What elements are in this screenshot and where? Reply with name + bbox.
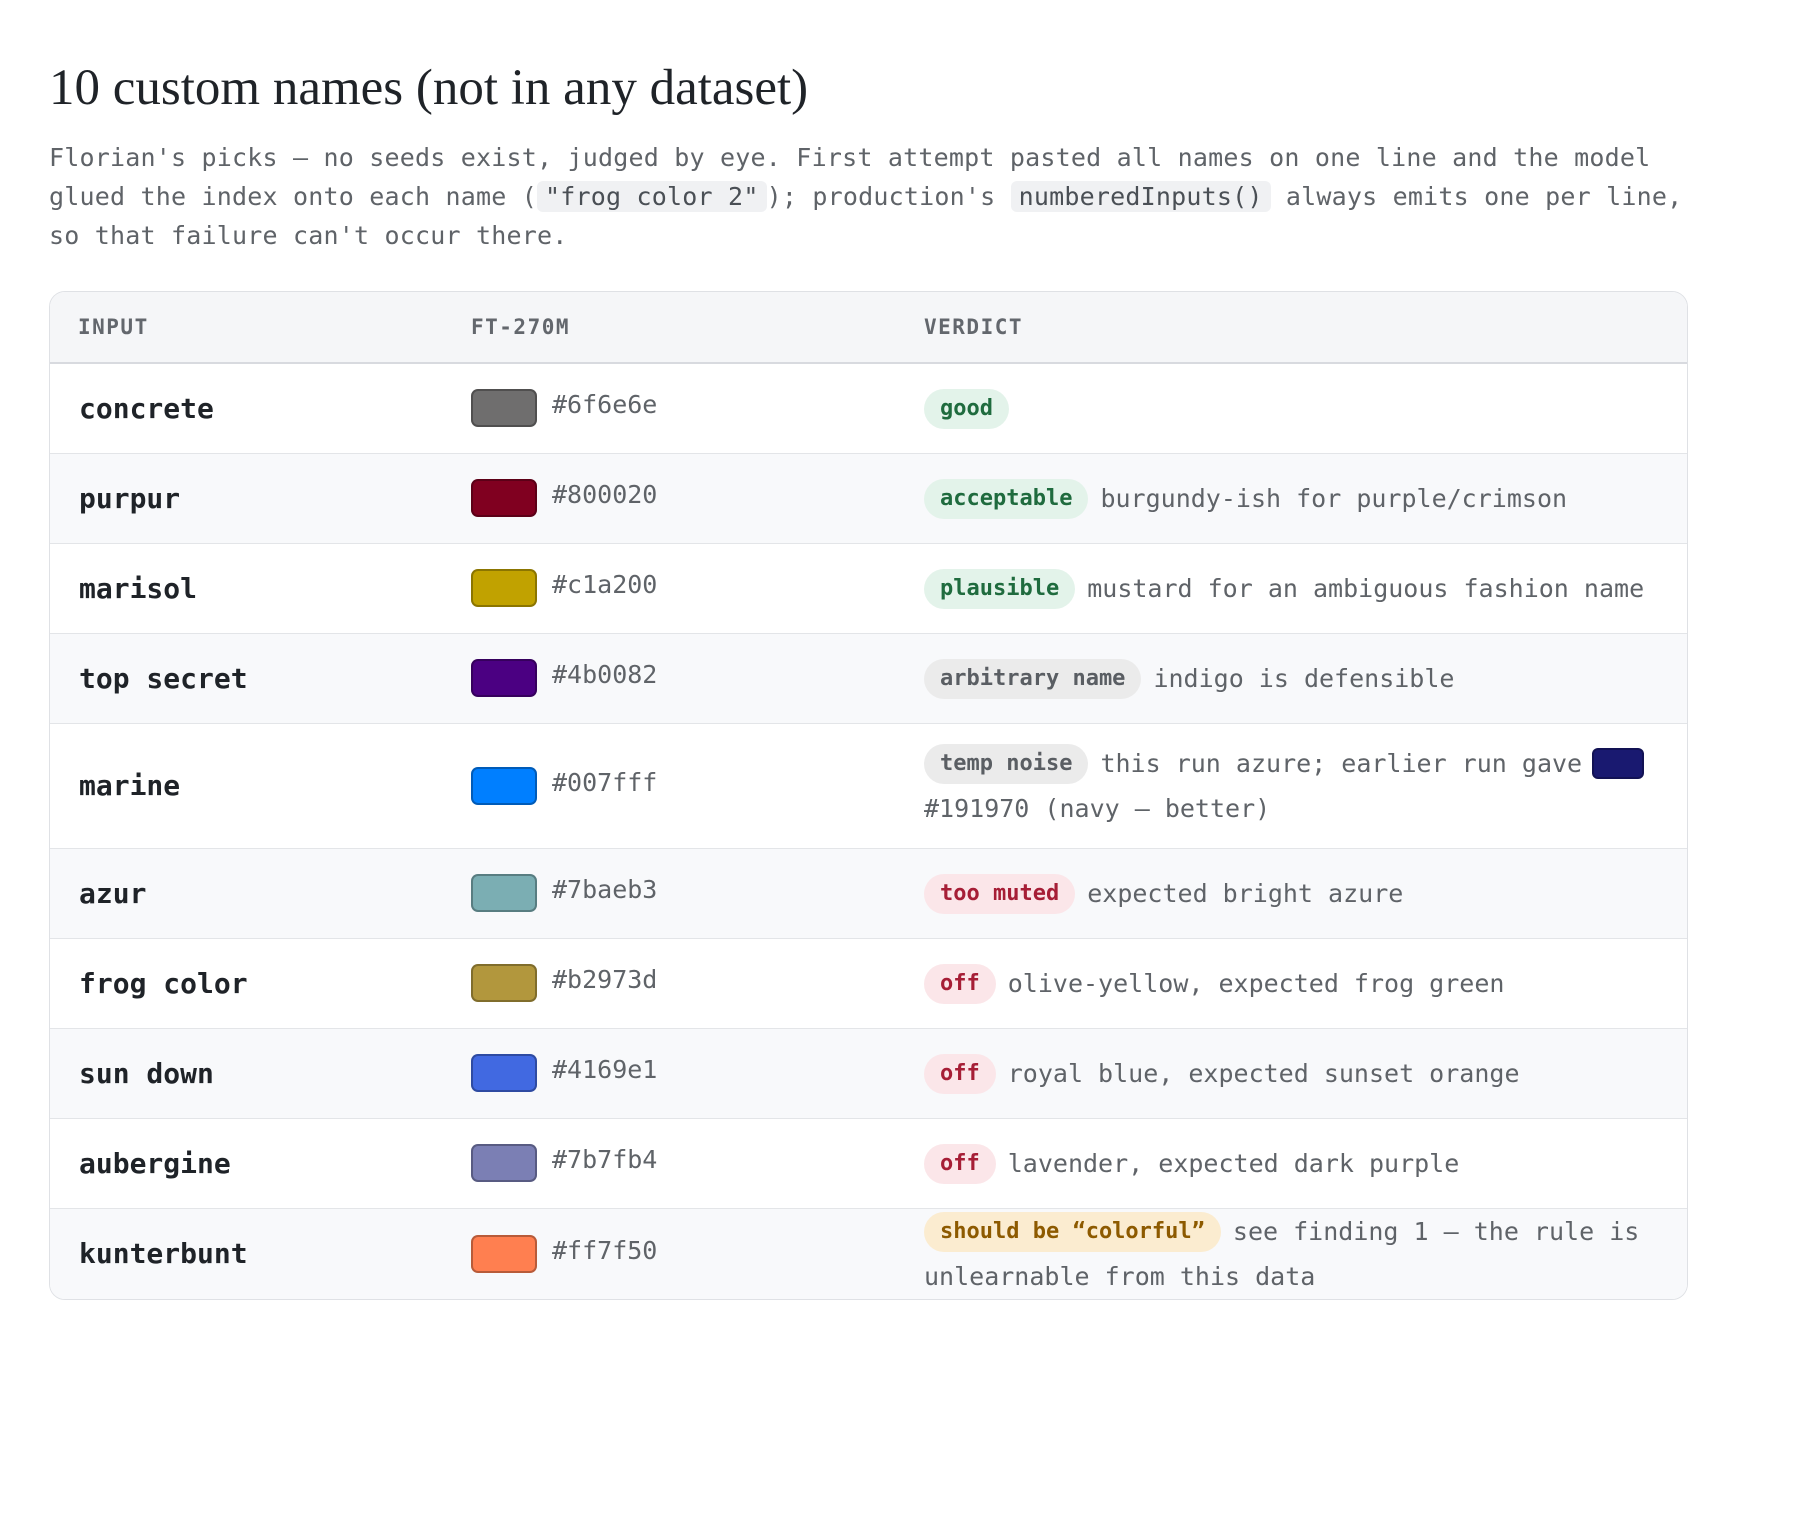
table-row: azur #7baeb3 too muted expected bright azur… xyxy=(50,847,1687,938)
color-swatch xyxy=(471,569,537,607)
column-header-model: FT-270M xyxy=(443,292,896,364)
table-row: frog color #b2973d off olive-yellow, expect… xyxy=(50,937,1687,1028)
table-row: concrete #6f6e6e good xyxy=(50,363,1687,453)
verdict-badge: temp noise xyxy=(924,743,1089,784)
verdict-badge: too muted xyxy=(924,873,1076,914)
verdict-cell: off olive-yellow, expected frog green xyxy=(896,937,1687,1028)
verdict-note: indigo is defensible xyxy=(1153,663,1455,693)
table-row: marine #007fff temp noise this run azure; e… xyxy=(50,722,1687,848)
model-output-cell: #800020 xyxy=(443,452,896,543)
results-table: INPUT FT-270M VERDICT concrete #6f6e6e goo… xyxy=(49,291,1688,1300)
color-swatch xyxy=(471,874,537,912)
model-output-cell: #4169e1 xyxy=(443,1027,896,1118)
verdict-note: this run azure; earlier run gave xyxy=(1100,748,1583,778)
verdict-badge: plausible xyxy=(924,568,1076,609)
verdict-note: expected bright azure xyxy=(1087,878,1404,908)
verdict-badge: arbitrary name xyxy=(924,658,1142,699)
column-header-input: INPUT xyxy=(50,292,443,364)
verdict-cell: too muted expected bright azure xyxy=(896,847,1687,938)
input-name-cell: frog color xyxy=(50,937,443,1028)
model-output-cell: #7baeb3 xyxy=(443,847,896,938)
verdict-note: burgundy-ish for purple/crimson xyxy=(1100,483,1568,513)
inline-code-frog-color: "frog color 2" xyxy=(537,181,767,212)
hex-value: #7b7fb4 xyxy=(552,1145,658,1174)
verdict-note: lavender, expected dark purple xyxy=(1007,1148,1460,1178)
model-output-cell: #6f6e6e xyxy=(443,363,896,453)
table-row: sun down #4169e1 off royal blue, expected s… xyxy=(50,1027,1687,1118)
color-swatch xyxy=(471,389,537,428)
input-name-cell: marine xyxy=(50,722,443,848)
color-swatch xyxy=(471,1054,537,1092)
model-output-cell: #c1a200 xyxy=(443,542,896,633)
verdict-cell: good xyxy=(896,363,1687,453)
input-name-cell: top secret xyxy=(50,632,443,723)
verdict-badge: off xyxy=(924,1143,996,1184)
model-output-cell: #ff7f50 xyxy=(443,1207,896,1299)
column-header-verdict: VERDICT xyxy=(896,292,1687,364)
input-name-cell: marisol xyxy=(50,542,443,633)
model-output-cell: #4b0082 xyxy=(443,632,896,723)
input-name-cell: purpur xyxy=(50,452,443,543)
table-row: aubergine #7b7fb4 off lavender, expected da… xyxy=(50,1117,1687,1208)
color-swatch xyxy=(471,1234,537,1273)
verdict-cell: off royal blue, expected sunset orange xyxy=(896,1027,1687,1118)
page-title: 10 custom names (not in any dataset) xyxy=(49,60,809,116)
hex-value: #ff7f50 xyxy=(552,1235,658,1265)
input-name-cell: concrete xyxy=(79,391,214,425)
color-swatch xyxy=(471,1144,537,1182)
table-header-row: INPUT FT-270M VERDICT xyxy=(50,292,1687,364)
verdict-badge: off xyxy=(924,1053,996,1094)
verdict-note: olive-yellow, expected frog green xyxy=(1007,968,1505,998)
verdict-cell: temp noise this run azure; earlier run ga… xyxy=(896,722,1687,848)
hex-value: #b2973d xyxy=(552,965,658,994)
model-output-cell: #b2973d xyxy=(443,937,896,1028)
input-name-cell: sun down xyxy=(50,1027,443,1118)
hex-value: #c1a200 xyxy=(552,570,658,599)
color-swatch xyxy=(471,766,537,805)
intro-paragraph: Florian's picks — no seeds exist, judged… xyxy=(49,138,1709,255)
earlier-color-swatch xyxy=(1592,748,1645,779)
verdict-cell: arbitrary name indigo is defensible xyxy=(896,632,1687,723)
verdict-cell: should be “colorful” see finding 1 — the … xyxy=(896,1207,1687,1299)
verdict-badge: off xyxy=(924,963,996,1004)
hex-value: #4b0082 xyxy=(552,660,658,689)
verdict-note: mustard for an ambiguous fashion name xyxy=(1087,573,1645,603)
color-swatch xyxy=(471,964,537,1002)
table-row: purpur #800020 acceptable burgundy-ish for … xyxy=(50,452,1687,543)
input-name-cell: azur xyxy=(50,847,443,938)
verdict-cell: off lavender, expected dark purple xyxy=(896,1117,1687,1208)
hex-value: #4169e1 xyxy=(552,1055,658,1084)
input-name-cell: kunterbunt xyxy=(50,1207,443,1299)
hex-value: #7baeb3 xyxy=(552,875,658,904)
model-output-cell: #007fff xyxy=(443,722,896,848)
table-row: kunterbunt #ff7f50 should be “colorful” see… xyxy=(50,1207,1687,1299)
hex-value: #6f6e6e xyxy=(552,390,658,420)
verdict-note: royal blue, expected sunset orange xyxy=(1007,1058,1520,1088)
color-swatch xyxy=(471,659,537,697)
verdict-badge: acceptable xyxy=(924,478,1089,519)
verdict-badge: good xyxy=(924,389,1009,430)
verdict-note-continued: #191970 (navy — better) xyxy=(924,793,1271,823)
table-row: top secret #4b0082 arbitrary name indigo is… xyxy=(50,632,1687,723)
hex-value: #007fff xyxy=(552,767,658,797)
verdict-cell: acceptable burgundy-ish for purple/crimso… xyxy=(896,452,1687,543)
intro-text-2: ); production's xyxy=(766,182,1011,211)
verdict-cell: plausible mustard for an ambiguous fashio… xyxy=(896,542,1687,633)
verdict-badge: should be “colorful” xyxy=(924,1211,1221,1252)
table-row: marisol #c1a200 plausible mustard for an am… xyxy=(50,542,1687,633)
input-name-cell: aubergine xyxy=(50,1117,443,1208)
model-output-cell: #7b7fb4 xyxy=(443,1117,896,1208)
hex-value: #800020 xyxy=(552,480,658,509)
color-swatch xyxy=(471,479,537,517)
inline-code-numbered-inputs: numberedInputs() xyxy=(1010,181,1271,212)
page: 10 custom names (not in any dataset) Flo… xyxy=(49,58,1689,1300)
